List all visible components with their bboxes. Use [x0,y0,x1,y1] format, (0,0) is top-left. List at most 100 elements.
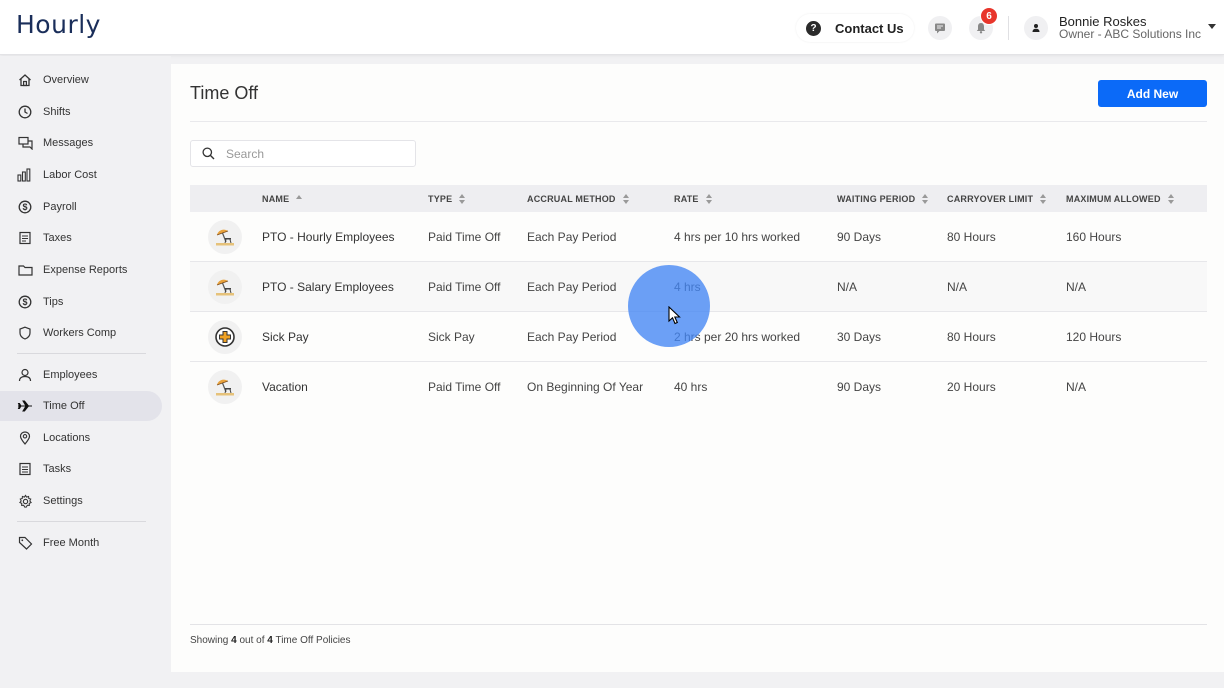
chat-icon [17,135,33,151]
sidebar-item-label: Time Off [43,400,85,412]
mouse-cursor-icon [668,306,681,325]
sidebar-divider [17,521,146,522]
policy-waiting: N/A [837,279,858,294]
sidebar-item-employees[interactable]: Employees [0,360,162,390]
sort-icon [922,193,929,204]
beach-umbrella-icon [208,270,242,304]
shield-icon [17,325,33,341]
sidebar-item-payroll[interactable]: $ Payroll [0,192,162,222]
sidebar-item-label: Overview [43,74,89,86]
sidebar-item-locations[interactable]: Locations [0,423,162,453]
summary-prefix: Showing [190,635,229,646]
svg-text:$: $ [22,202,27,212]
messages-icon[interactable] [928,16,952,40]
sidebar-item-expense-reports[interactable]: Expense Reports [0,255,162,285]
folder-icon [17,262,33,278]
table-header: NAME TYPE ACCRUAL METHOD RATE WAITING PE… [190,185,1207,212]
summary-suffix: Time Off Policies [275,635,351,646]
table-row[interactable]: PTO - Hourly Employees Paid Time Off Eac… [190,212,1207,262]
sidebar-item-free-month[interactable]: Free Month [0,528,162,558]
summary-total-count: 4 [267,635,273,646]
sidebar-item-time-off[interactable]: Time Off [0,391,162,421]
search-box[interactable] [190,140,416,167]
sort-icon [1040,193,1047,204]
column-header-carryover-limit[interactable]: CARRYOVER LIMIT [947,185,1047,212]
policy-waiting: 30 Days [837,329,882,344]
policy-name[interactable]: PTO - Hourly Employees [262,212,395,261]
person-icon [17,367,33,383]
sidebar-item-label: Locations [43,432,91,444]
table-row[interactable]: PTO - Salary Employees Paid Time Off Eac… [190,262,1207,312]
sidebar-item-labor-cost[interactable]: Labor Cost [0,160,162,190]
sort-asc-icon [296,195,303,199]
policy-rate: 4 hrs per 10 hrs worked [674,229,801,244]
medical-cross-icon [208,320,242,354]
column-header-label: WAITING PERIOD [837,193,916,204]
user-avatar-icon[interactable] [1024,16,1048,40]
column-header-name[interactable]: NAME [262,185,303,212]
beach-umbrella-icon [208,220,242,254]
dollar-icon: $ [17,199,33,215]
user-menu-caret-icon[interactable] [1208,24,1216,29]
add-new-button[interactable]: Add New [1098,80,1207,107]
sort-icon [705,193,712,204]
sidebar-item-label: Taxes [43,232,72,244]
airplane-icon [17,398,33,414]
summary-middle: out of [239,635,265,646]
sidebar-item-shifts[interactable]: Shifts [0,97,162,127]
sidebar-item-settings[interactable]: Settings [0,486,162,516]
document-icon [17,230,33,246]
column-header-rate[interactable]: RATE [674,185,712,212]
results-summary: Showing 4 out of 4 Time Off Policies [190,635,351,646]
sidebar-item-tasks[interactable]: Tasks [0,454,162,484]
page-title: Time Off [190,83,259,103]
sidebar: Overview Shifts Messages Labor Cost $ Pa… [0,56,171,688]
column-header-type[interactable]: TYPE [428,185,466,212]
beach-umbrella-icon [208,370,242,404]
sort-icon [622,193,629,204]
sidebar-item-label: Tips [43,296,64,308]
sidebar-item-workers-comp[interactable]: Workers Comp [0,318,162,348]
sidebar-item-label: Workers Comp [43,327,117,339]
policy-max: N/A [1066,379,1087,394]
contact-us-button[interactable]: ? Contact Us [796,14,914,42]
policy-rate: 4 hrs [674,279,701,294]
gear-icon [17,493,33,509]
summary-shown-count: 4 [231,635,237,646]
search-icon [202,147,215,160]
sidebar-item-tips[interactable]: $ Tips [0,287,162,317]
title-divider [190,121,1207,122]
bar-chart-icon [17,167,33,183]
dollar-icon: $ [17,294,33,310]
policy-name[interactable]: Vacation [262,362,308,411]
notification-badge: 6 [980,7,998,25]
app-logo[interactable]: Hourly [16,10,101,39]
policy-name[interactable]: PTO - Salary Employees [262,262,394,311]
policy-max: 160 Hours [1066,229,1122,244]
policy-type: Sick Pay [428,329,475,344]
column-header-waiting-period[interactable]: WAITING PERIOD [837,185,929,212]
policy-type: Paid Time Off [428,279,501,294]
policy-accrual: On Beginning Of Year [527,379,644,394]
column-header-accrual-method[interactable]: ACCRUAL METHOD [527,185,629,212]
sort-icon [1167,193,1174,204]
policy-name[interactable]: Sick Pay [262,312,309,361]
sidebar-item-label: Expense Reports [43,264,128,276]
column-header-label: CARRYOVER LIMIT [947,193,1034,204]
sidebar-item-overview[interactable]: Overview [0,65,162,95]
table-row[interactable]: Vacation Paid Time Off On Beginning Of Y… [190,362,1207,412]
policy-accrual: Each Pay Period [527,279,617,294]
policy-max: N/A [1066,279,1087,294]
sidebar-item-label: Messages [43,137,94,149]
column-header-maximum-allowed[interactable]: MAXIMUM ALLOWED [1066,185,1174,212]
search-input[interactable] [226,146,406,161]
policy-rate: 2 hrs per 20 hrs worked [674,329,801,344]
sidebar-item-taxes[interactable]: Taxes [0,223,162,253]
sidebar-item-label: Shifts [43,106,71,118]
policy-accrual: Each Pay Period [527,329,617,344]
sidebar-item-messages[interactable]: Messages [0,128,162,158]
sidebar-divider [17,353,146,354]
sidebar-item-label: Labor Cost [43,169,97,181]
top-bar: Hourly ? Contact Us 6 Bonnie Roskes Owne… [0,0,1224,55]
table-row[interactable]: Sick Pay Sick Pay Each Pay Period 2 hrs … [190,312,1207,362]
